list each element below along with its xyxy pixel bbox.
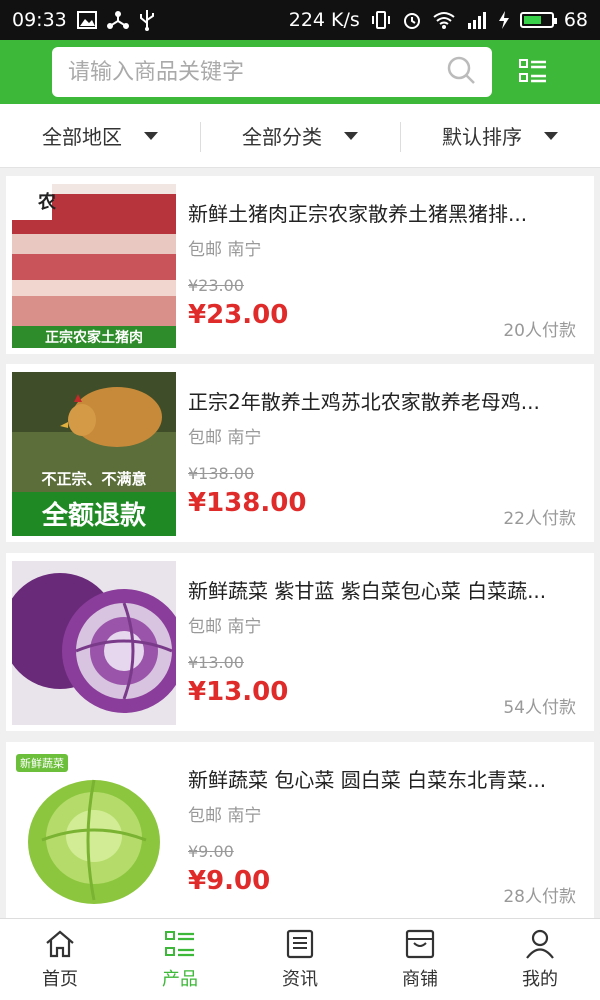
user-icon <box>526 929 554 959</box>
thumb-caption: 新鲜蔬菜 <box>20 756 64 770</box>
search-input[interactable] <box>68 59 428 85</box>
status-left: 09:33 <box>12 9 155 31</box>
filter-label: 全部分类 <box>242 125 322 149</box>
battery-fill <box>523 16 542 24</box>
wifi-icon <box>432 11 456 29</box>
product-card[interactable]: 新鲜蔬菜 新鲜蔬菜 包心菜 圆白菜 白菜东北青菜... 包邮 南宁 ¥9.00 … <box>6 742 594 920</box>
filter-category[interactable]: 全部分类 <box>200 104 400 167</box>
category-menu-button[interactable] <box>518 57 548 87</box>
dropdown-arrow-icon <box>144 131 158 140</box>
product-icon <box>165 930 194 956</box>
product-card[interactable]: 新鲜蔬菜 紫甘蓝 紫白菜包心菜 白菜蔬... 包邮 南宁 ¥13.00 ¥13.… <box>6 553 594 731</box>
usb-icon <box>139 9 155 31</box>
list-menu-icon <box>519 59 546 83</box>
news-icon <box>286 929 314 958</box>
nav-home[interactable]: 首页 <box>0 919 120 1000</box>
product-title[interactable]: 正宗2年散养土鸡苏北农家散养老母鸡... <box>188 386 578 415</box>
product-title[interactable]: 新鲜土猪肉正宗农家散养土猪黑猪排... <box>188 198 578 227</box>
search-box[interactable] <box>52 47 492 97</box>
nav-products[interactable]: 产品 <box>120 919 240 1000</box>
original-price: ¥138.00 <box>188 464 255 483</box>
nav-news[interactable]: 资讯 <box>240 919 360 1000</box>
signal-icon <box>466 11 488 29</box>
network-speed: 224 K/s <box>288 9 360 31</box>
charging-icon <box>498 11 510 29</box>
thumb-caption: 不正宗、不满意 <box>41 470 146 488</box>
original-price: ¥23.00 <box>188 276 244 295</box>
original-price: ¥9.00 <box>188 842 234 861</box>
svg-text:农: 农 <box>37 191 56 213</box>
status-bar: 09:33 224 K/s 68 <box>0 0 600 40</box>
product-info: 新鲜蔬菜 紫甘蓝 紫白菜包心菜 白菜蔬... 包邮 南宁 ¥13.00 ¥13.… <box>176 561 588 723</box>
product-image-green-cabbage: 新鲜蔬菜 <box>12 750 176 914</box>
battery-icon <box>519 12 557 28</box>
header <box>0 40 600 104</box>
product-shipping: 包邮 南宁 <box>188 806 262 826</box>
battery-percent: 68 <box>563 9 588 31</box>
bottom-nav: 首页 产品 资讯 商铺 我的 <box>0 918 600 1000</box>
current-price: ¥138.00 <box>188 488 307 518</box>
thumb-caption-2: 全额退款 <box>41 500 147 531</box>
nav-label: 商铺 <box>402 968 438 990</box>
shop-icon <box>405 929 435 958</box>
thumb-caption: 正宗农家土猪肉 <box>45 329 143 346</box>
product-info: 新鲜土猪肉正宗农家散养土猪黑猪排... 包邮 南宁 ¥23.00 ¥23.00 … <box>176 184 588 346</box>
filter-region[interactable]: 全部地区 <box>0 104 200 167</box>
product-title[interactable]: 新鲜蔬菜 紫甘蓝 紫白菜包心菜 白菜蔬... <box>188 575 578 604</box>
vibrate-icon <box>370 11 392 29</box>
product-image-pork: 农 正宗农家土猪肉 <box>12 184 176 348</box>
filter-label: 全部地区 <box>42 125 122 149</box>
filter-bar: 全部地区 全部分类 默认排序 <box>0 104 600 168</box>
nav-label: 产品 <box>162 968 198 990</box>
current-price: ¥23.00 <box>188 300 289 330</box>
filter-sort[interactable]: 默认排序 <box>400 104 600 167</box>
product-title[interactable]: 新鲜蔬菜 包心菜 圆白菜 白菜东北青菜... <box>188 764 578 793</box>
product-card[interactable]: 农 正宗农家土猪肉 新鲜土猪肉正宗农家散养土猪黑猪排... 包邮 南宁 ¥23.… <box>6 176 594 354</box>
image-notification-icon <box>76 11 97 29</box>
product-image-purple-cabbage <box>12 561 176 725</box>
search-icon[interactable] <box>446 55 476 89</box>
nav-me[interactable]: 我的 <box>480 919 600 1000</box>
current-price: ¥9.00 <box>188 866 271 896</box>
original-price: ¥13.00 <box>188 653 244 672</box>
dropdown-arrow-icon <box>344 131 358 140</box>
dropdown-arrow-icon <box>544 131 558 140</box>
nav-shop[interactable]: 商铺 <box>360 919 480 1000</box>
status-right: 224 K/s 68 <box>289 9 588 31</box>
product-info: 新鲜蔬菜 包心菜 圆白菜 白菜东北青菜... 包邮 南宁 ¥9.00 ¥9.00… <box>176 750 588 912</box>
product-info: 正宗2年散养土鸡苏北农家散养老母鸡... 包邮 南宁 ¥138.00 ¥138.… <box>176 372 588 534</box>
product-shipping: 包邮 南宁 <box>188 617 262 637</box>
nav-label: 资讯 <box>282 968 318 990</box>
sold-count: 20人付款 <box>503 321 576 341</box>
nav-label: 我的 <box>522 968 558 990</box>
product-shipping: 包邮 南宁 <box>188 240 262 260</box>
nav-label: 首页 <box>42 968 78 990</box>
current-price: ¥13.00 <box>188 677 289 707</box>
share-notification-icon <box>106 10 129 30</box>
sold-count: 54人付款 <box>503 698 576 718</box>
home-icon <box>46 930 74 957</box>
product-image-chicken: 不正宗、不满意 全额退款 <box>12 372 176 536</box>
alarm-icon <box>402 10 422 30</box>
status-time: 09:33 <box>12 9 67 31</box>
sold-count: 28人付款 <box>503 887 576 907</box>
filter-label: 默认排序 <box>442 125 522 149</box>
product-card[interactable]: 不正宗、不满意 全额退款 正宗2年散养土鸡苏北农家散养老母鸡... 包邮 南宁 … <box>6 364 594 542</box>
product-shipping: 包邮 南宁 <box>188 428 262 448</box>
sold-count: 22人付款 <box>503 509 576 529</box>
